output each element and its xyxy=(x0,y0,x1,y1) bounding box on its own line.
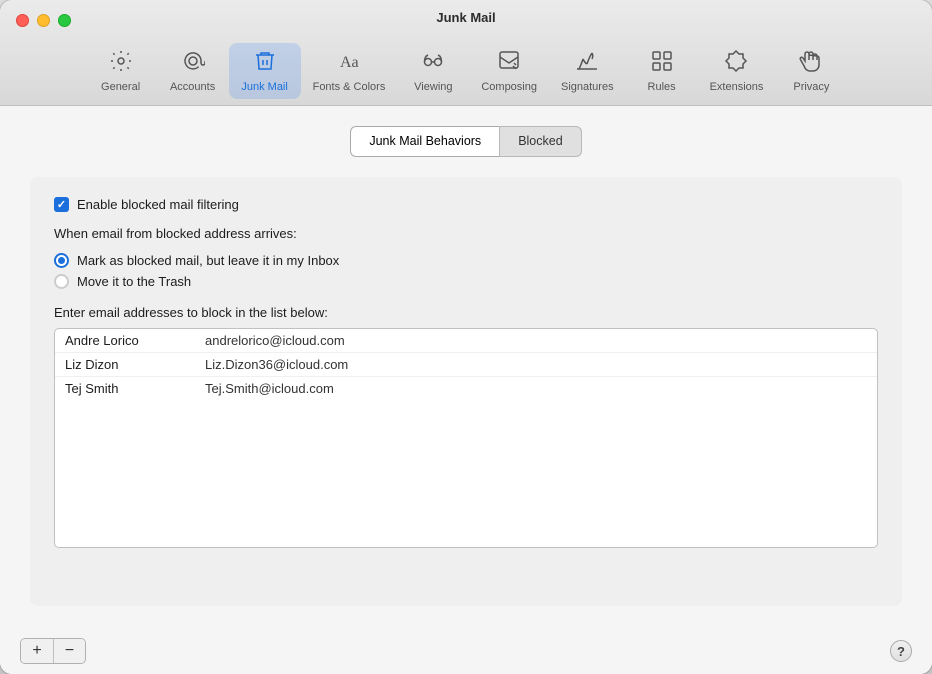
compose-icon xyxy=(497,49,521,77)
at-icon xyxy=(181,49,205,77)
list-item[interactable]: Liz DizonLiz.Dizon36@icloud.com xyxy=(55,353,877,377)
toolbar-item-general-label: General xyxy=(101,81,140,93)
bottom-bar: + − ? xyxy=(0,626,932,674)
content-area: Junk Mail Behaviors Blocked Enable block… xyxy=(0,106,932,626)
toolbar-item-extensions-label: Extensions xyxy=(710,81,764,93)
toolbar-item-signatures[interactable]: Signatures xyxy=(549,43,626,99)
gear-icon xyxy=(109,49,133,77)
when-description: When email from blocked address arrives: xyxy=(54,226,878,241)
enable-filtering-label: Enable blocked mail filtering xyxy=(77,197,239,212)
toolbar-item-fonts-colors[interactable]: Aa Fonts & Colors xyxy=(301,43,398,99)
add-button[interactable]: + xyxy=(21,639,53,663)
blocked-email: Tej.Smith@icloud.com xyxy=(205,381,334,396)
maximize-button[interactable] xyxy=(58,14,71,27)
radio-mark-row: Mark as blocked mail, but leave it in my… xyxy=(54,251,878,270)
toolbar: General Accounts Junk xyxy=(85,35,848,105)
signatures-icon xyxy=(575,49,599,77)
toolbar-item-privacy-label: Privacy xyxy=(793,81,829,93)
list-description: Enter email addresses to block in the li… xyxy=(54,305,878,320)
extensions-icon xyxy=(724,49,748,77)
svg-text:Aa: Aa xyxy=(340,54,359,71)
blocked-email: andrelorico@icloud.com xyxy=(205,333,345,348)
blocked-name: Tej Smith xyxy=(65,381,205,396)
blocked-name: Liz Dizon xyxy=(65,357,205,372)
hand-icon xyxy=(799,49,823,77)
glasses-icon xyxy=(421,49,445,77)
settings-panel: Enable blocked mail filtering When email… xyxy=(30,177,902,606)
toolbar-item-junk-mail[interactable]: Junk Mail xyxy=(229,43,301,99)
blocked-email: Liz.Dizon36@icloud.com xyxy=(205,357,348,372)
radio-trash[interactable] xyxy=(54,274,69,289)
toolbar-item-rules-label: Rules xyxy=(648,81,676,93)
toolbar-item-viewing[interactable]: Viewing xyxy=(397,43,469,99)
toolbar-item-junk-mail-label: Junk Mail xyxy=(241,81,287,93)
window-title: Junk Mail xyxy=(436,10,495,25)
toolbar-item-signatures-label: Signatures xyxy=(561,81,614,93)
radio-mark[interactable] xyxy=(54,253,69,268)
minimize-button[interactable] xyxy=(37,14,50,27)
toolbar-item-accounts[interactable]: Accounts xyxy=(157,43,229,99)
tab-bar: Junk Mail Behaviors Blocked xyxy=(30,126,902,157)
toolbar-item-composing[interactable]: Composing xyxy=(469,43,549,99)
junk-mail-icon xyxy=(253,49,277,77)
email-list-section: Enter email addresses to block in the li… xyxy=(54,305,878,586)
blocked-email-list[interactable]: Andre Loricoandrelorico@icloud.comLiz Di… xyxy=(54,328,878,548)
toolbar-item-extensions[interactable]: Extensions xyxy=(698,43,776,99)
toolbar-item-viewing-label: Viewing xyxy=(414,81,452,93)
enable-filtering-checkbox[interactable] xyxy=(54,197,69,212)
toolbar-item-rules[interactable]: Rules xyxy=(626,43,698,99)
toolbar-item-privacy[interactable]: Privacy xyxy=(775,43,847,99)
blocked-name: Andre Lorico xyxy=(65,333,205,348)
traffic-lights xyxy=(16,14,71,27)
main-window: Junk Mail General xyxy=(0,0,932,674)
radio-mark-label: Mark as blocked mail, but leave it in my… xyxy=(77,253,339,268)
toolbar-item-composing-label: Composing xyxy=(481,81,537,93)
fonts-icon: Aa xyxy=(337,49,361,77)
title-bar: Junk Mail General xyxy=(0,0,932,106)
remove-button[interactable]: − xyxy=(53,639,85,663)
tab-blocked[interactable]: Blocked xyxy=(499,126,581,157)
rules-icon xyxy=(650,49,674,77)
help-button[interactable]: ? xyxy=(890,640,912,662)
enable-filtering-row: Enable blocked mail filtering xyxy=(54,197,878,212)
add-remove-group: + − xyxy=(20,638,86,664)
toolbar-item-general[interactable]: General xyxy=(85,43,157,99)
toolbar-item-accounts-label: Accounts xyxy=(170,81,215,93)
radio-trash-label: Move it to the Trash xyxy=(77,274,191,289)
list-item[interactable]: Andre Loricoandrelorico@icloud.com xyxy=(55,329,877,353)
radio-trash-row: Move it to the Trash xyxy=(54,272,878,291)
toolbar-item-fonts-label: Fonts & Colors xyxy=(313,81,386,93)
radio-section: When email from blocked address arrives:… xyxy=(54,226,878,291)
close-button[interactable] xyxy=(16,14,29,27)
list-item[interactable]: Tej SmithTej.Smith@icloud.com xyxy=(55,377,877,400)
tab-junk-behaviors[interactable]: Junk Mail Behaviors xyxy=(350,126,499,157)
